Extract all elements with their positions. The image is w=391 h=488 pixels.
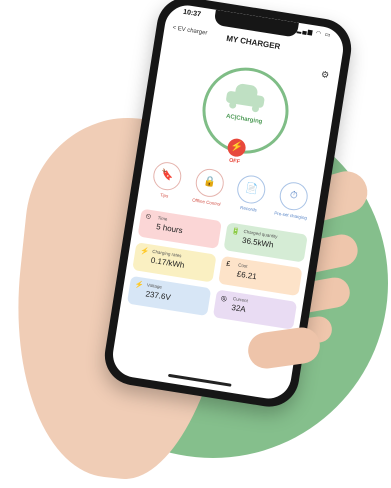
- car-icon: [225, 82, 266, 113]
- action-label: Tips: [159, 192, 169, 199]
- home-indicator[interactable]: [167, 373, 232, 387]
- document-icon: 📄: [235, 173, 268, 206]
- tips-icon: 🔖: [151, 160, 184, 193]
- metric-card-current: ◎ Current 32A: [212, 289, 298, 330]
- clock-icon: ⏲: [145, 213, 152, 222]
- offline-control-button[interactable]: 🔒 Offline Control: [187, 166, 230, 217]
- charging-state-label: AC|Charging: [225, 113, 263, 126]
- metric-card-charging-rates: ⚡ Charging rates 0.17/kWh: [132, 242, 217, 283]
- action-label: Pre-set charging: [273, 210, 308, 221]
- status-icons: ▂▄▆ ◠ ▭: [296, 27, 332, 40]
- action-label: Offline Control: [191, 197, 221, 207]
- action-label: Records: [239, 205, 258, 213]
- status-time: 10:37: [182, 8, 202, 19]
- gear-icon[interactable]: ⚙: [320, 69, 330, 81]
- tips-button[interactable]: 🔖 Tips: [145, 160, 188, 211]
- battery-icon: 🔋: [230, 227, 241, 237]
- bolt-icon: ⚡: [139, 247, 150, 257]
- timer-icon: ⏱: [277, 180, 310, 213]
- metric-card-cost: £ Cost £6.21: [218, 255, 303, 297]
- metrics-grid: ⏲ Time 5 hours 🔋 Charged quantity 36.5kW…: [126, 208, 308, 330]
- metric-card-voltage: ⚡ Voltage 237.6V: [126, 275, 212, 317]
- pound-icon: £: [225, 260, 231, 269]
- current-icon: ◎: [220, 295, 228, 303]
- lock-icon: 🔒: [193, 166, 226, 199]
- records-button[interactable]: 📄 Records: [229, 173, 272, 224]
- power-icon: ⚡: [229, 140, 244, 154]
- preset-charging-button[interactable]: ⏱ Pre-set charging: [271, 180, 314, 231]
- voltage-icon: ⚡: [134, 281, 145, 290]
